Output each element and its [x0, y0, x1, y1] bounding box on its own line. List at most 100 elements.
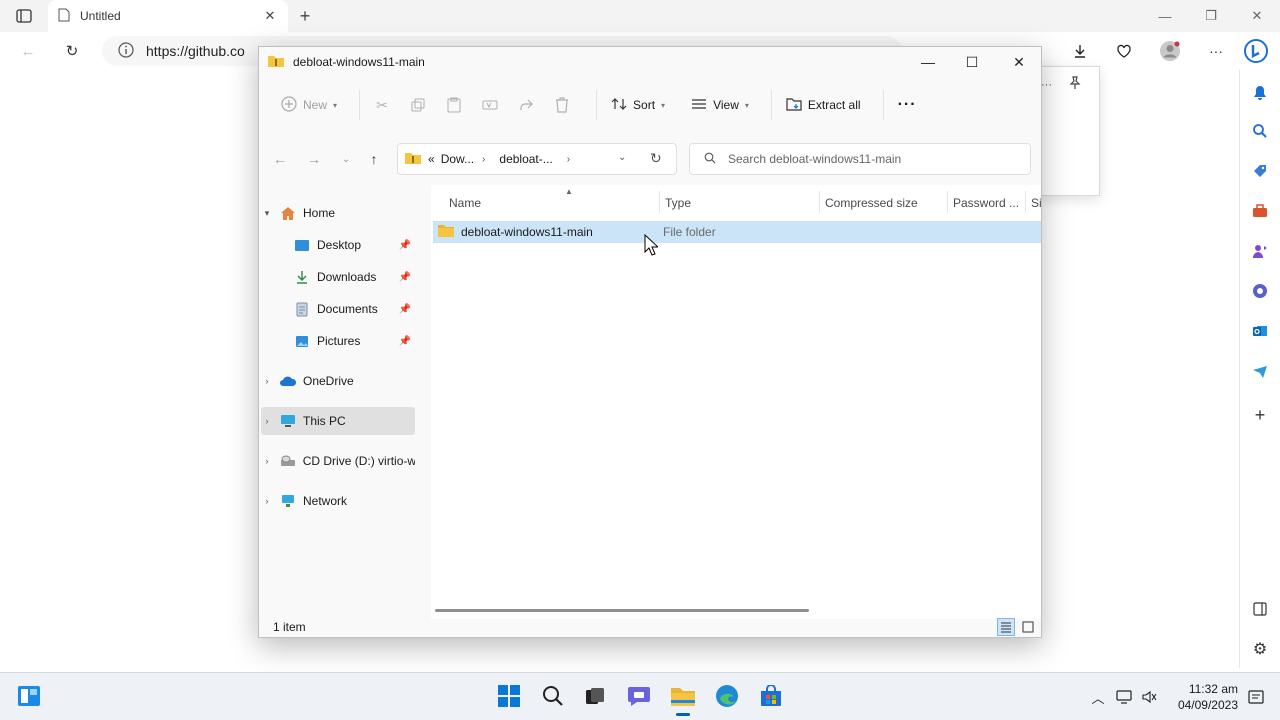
back-arrow-icon[interactable]: ←: [269, 147, 291, 171]
chat-icon[interactable]: [624, 681, 654, 711]
browser-tab[interactable]: Untitled ✕: [48, 0, 288, 32]
chevron-down-icon[interactable]: ⌄: [618, 152, 626, 163]
network-status-icon[interactable]: [1114, 687, 1134, 707]
tab-close-icon[interactable]: ✕: [262, 8, 278, 24]
extract-all-button[interactable]: Extract all: [782, 89, 865, 121]
share-icon[interactable]: [514, 93, 538, 117]
column-header-size[interactable]: Si: [1031, 189, 1042, 217]
task-view-icon[interactable]: [580, 681, 610, 711]
column-divider[interactable]: [659, 191, 660, 213]
chevron-right-icon[interactable]: ›: [261, 376, 273, 386]
nav-item-network[interactable]: › Network: [261, 487, 415, 515]
shopping-icon[interactable]: [1249, 160, 1271, 182]
download-arrow-icon: [293, 269, 311, 285]
notification-center-icon[interactable]: [1246, 687, 1266, 707]
search-icon[interactable]: [538, 681, 568, 711]
add-icon[interactable]: +: [1249, 404, 1271, 426]
recent-locations-icon[interactable]: ⌄: [335, 147, 357, 171]
search-icon[interactable]: [1249, 120, 1271, 142]
explorer-title-bar[interactable]: debloat-windows11-main — ☐ ✕: [259, 47, 1041, 77]
nav-item-pictures[interactable]: Pictures 📌: [261, 327, 415, 355]
copy-icon[interactable]: [406, 93, 430, 117]
volume-muted-icon[interactable]: [1140, 687, 1160, 707]
horizontal-scrollbar[interactable]: [435, 609, 809, 612]
sort-label: Sort: [633, 98, 656, 112]
refresh-icon[interactable]: ↻: [650, 150, 662, 167]
restore-icon[interactable]: ❐: [1196, 6, 1226, 26]
column-header-type[interactable]: Type: [665, 189, 691, 217]
breadcrumb[interactable]: « Dow... › debloat-... › ⌄ ↻: [397, 143, 677, 175]
notifications-icon[interactable]: [1249, 82, 1271, 104]
column-header-password[interactable]: Password ...: [953, 189, 1019, 217]
profile-avatar-icon[interactable]: [1158, 40, 1182, 62]
sort-button[interactable]: Sort ▾: [607, 89, 669, 121]
search-input[interactable]: Search debloat-windows11-main: [689, 143, 1031, 175]
minimize-icon[interactable]: —: [1150, 6, 1180, 26]
rename-icon[interactable]: [478, 93, 502, 117]
column-divider[interactable]: [947, 191, 948, 213]
breadcrumb-item-current[interactable]: debloat-...: [499, 152, 552, 166]
refresh-icon[interactable]: ↻: [60, 40, 84, 62]
flyout-more-icon[interactable]: ···: [1041, 79, 1052, 91]
minimize-icon[interactable]: —: [913, 51, 943, 73]
nav-item-cd-drive[interactable]: › CD Drive (D:) virtio-w: [261, 447, 415, 475]
view-label: View: [713, 98, 739, 112]
back-icon[interactable]: ←: [16, 40, 40, 62]
downloads-icon[interactable]: [1068, 40, 1092, 62]
settings-gear-icon[interactable]: ⚙: [1249, 638, 1271, 660]
microsoft365-icon[interactable]: [1249, 280, 1271, 302]
nav-item-desktop[interactable]: Desktop 📌: [261, 231, 415, 259]
close-icon[interactable]: ✕: [1004, 51, 1034, 73]
show-hidden-icons-icon[interactable]: ︿: [1088, 687, 1108, 707]
nav-item-home[interactable]: ▾ Home: [261, 199, 415, 227]
new-tab-button[interactable]: +: [294, 6, 316, 26]
table-row[interactable]: debloat-windows11-main File folder: [433, 221, 1041, 243]
pictures-icon: [293, 333, 311, 349]
close-icon[interactable]: ✕: [1242, 6, 1272, 26]
tab-actions-icon[interactable]: [12, 7, 36, 25]
new-button[interactable]: New ▾: [277, 89, 341, 121]
games-icon[interactable]: [1249, 240, 1271, 262]
cut-icon[interactable]: ✂: [370, 93, 394, 117]
column-header-compressed-size[interactable]: Compressed size: [825, 189, 918, 217]
nav-item-this-pc[interactable]: › This PC: [261, 407, 415, 435]
store-app[interactable]: [756, 681, 786, 711]
up-arrow-icon[interactable]: ↑: [363, 147, 385, 171]
drop-icon[interactable]: [1249, 360, 1271, 382]
widgets-icon[interactable]: [14, 681, 44, 711]
more-options-icon[interactable]: ···: [1204, 40, 1228, 62]
toolbar-divider: [596, 90, 598, 120]
nav-item-downloads[interactable]: Downloads 📌: [261, 263, 415, 291]
chevron-right-icon[interactable]: ›: [261, 496, 273, 506]
chevron-right-icon[interactable]: ›: [567, 154, 570, 165]
delete-icon[interactable]: [550, 93, 574, 117]
paste-icon[interactable]: [442, 93, 466, 117]
large-icons-view-icon[interactable]: [1019, 618, 1037, 636]
sidebar-layout-icon[interactable]: [1249, 598, 1271, 620]
chevron-right-icon[interactable]: ›: [261, 416, 273, 426]
copilot-icon[interactable]: [1244, 39, 1268, 63]
column-divider[interactable]: [1025, 191, 1026, 213]
browser-essentials-icon[interactable]: [1112, 40, 1136, 62]
chevron-right-icon[interactable]: ›: [261, 456, 273, 466]
nav-item-onedrive[interactable]: › OneDrive: [261, 367, 415, 395]
info-icon[interactable]: [118, 41, 134, 61]
file-explorer-app[interactable]: [668, 681, 698, 716]
chevron-down-icon[interactable]: ▾: [261, 208, 273, 219]
edge-browser-app[interactable]: [712, 681, 742, 711]
view-button[interactable]: View ▾: [687, 89, 753, 121]
system-clock[interactable]: 11:32 am 04/09/2023: [1168, 681, 1238, 713]
column-header-name[interactable]: Name ▲: [449, 187, 573, 217]
forward-arrow-icon[interactable]: →: [303, 147, 325, 171]
details-view-icon[interactable]: [997, 618, 1015, 636]
pin-icon[interactable]: [1067, 75, 1083, 94]
breadcrumb-overflow[interactable]: «: [428, 152, 435, 166]
column-divider[interactable]: [819, 191, 820, 213]
start-button[interactable]: [494, 681, 524, 711]
maximize-icon[interactable]: ☐: [957, 51, 987, 73]
nav-item-documents[interactable]: Documents 📌: [261, 295, 415, 323]
breadcrumb-item-downloads[interactable]: Dow...: [441, 152, 474, 166]
see-more-button[interactable]: ···: [894, 89, 921, 121]
tools-icon[interactable]: [1249, 200, 1271, 222]
outlook-icon[interactable]: [1249, 320, 1271, 342]
